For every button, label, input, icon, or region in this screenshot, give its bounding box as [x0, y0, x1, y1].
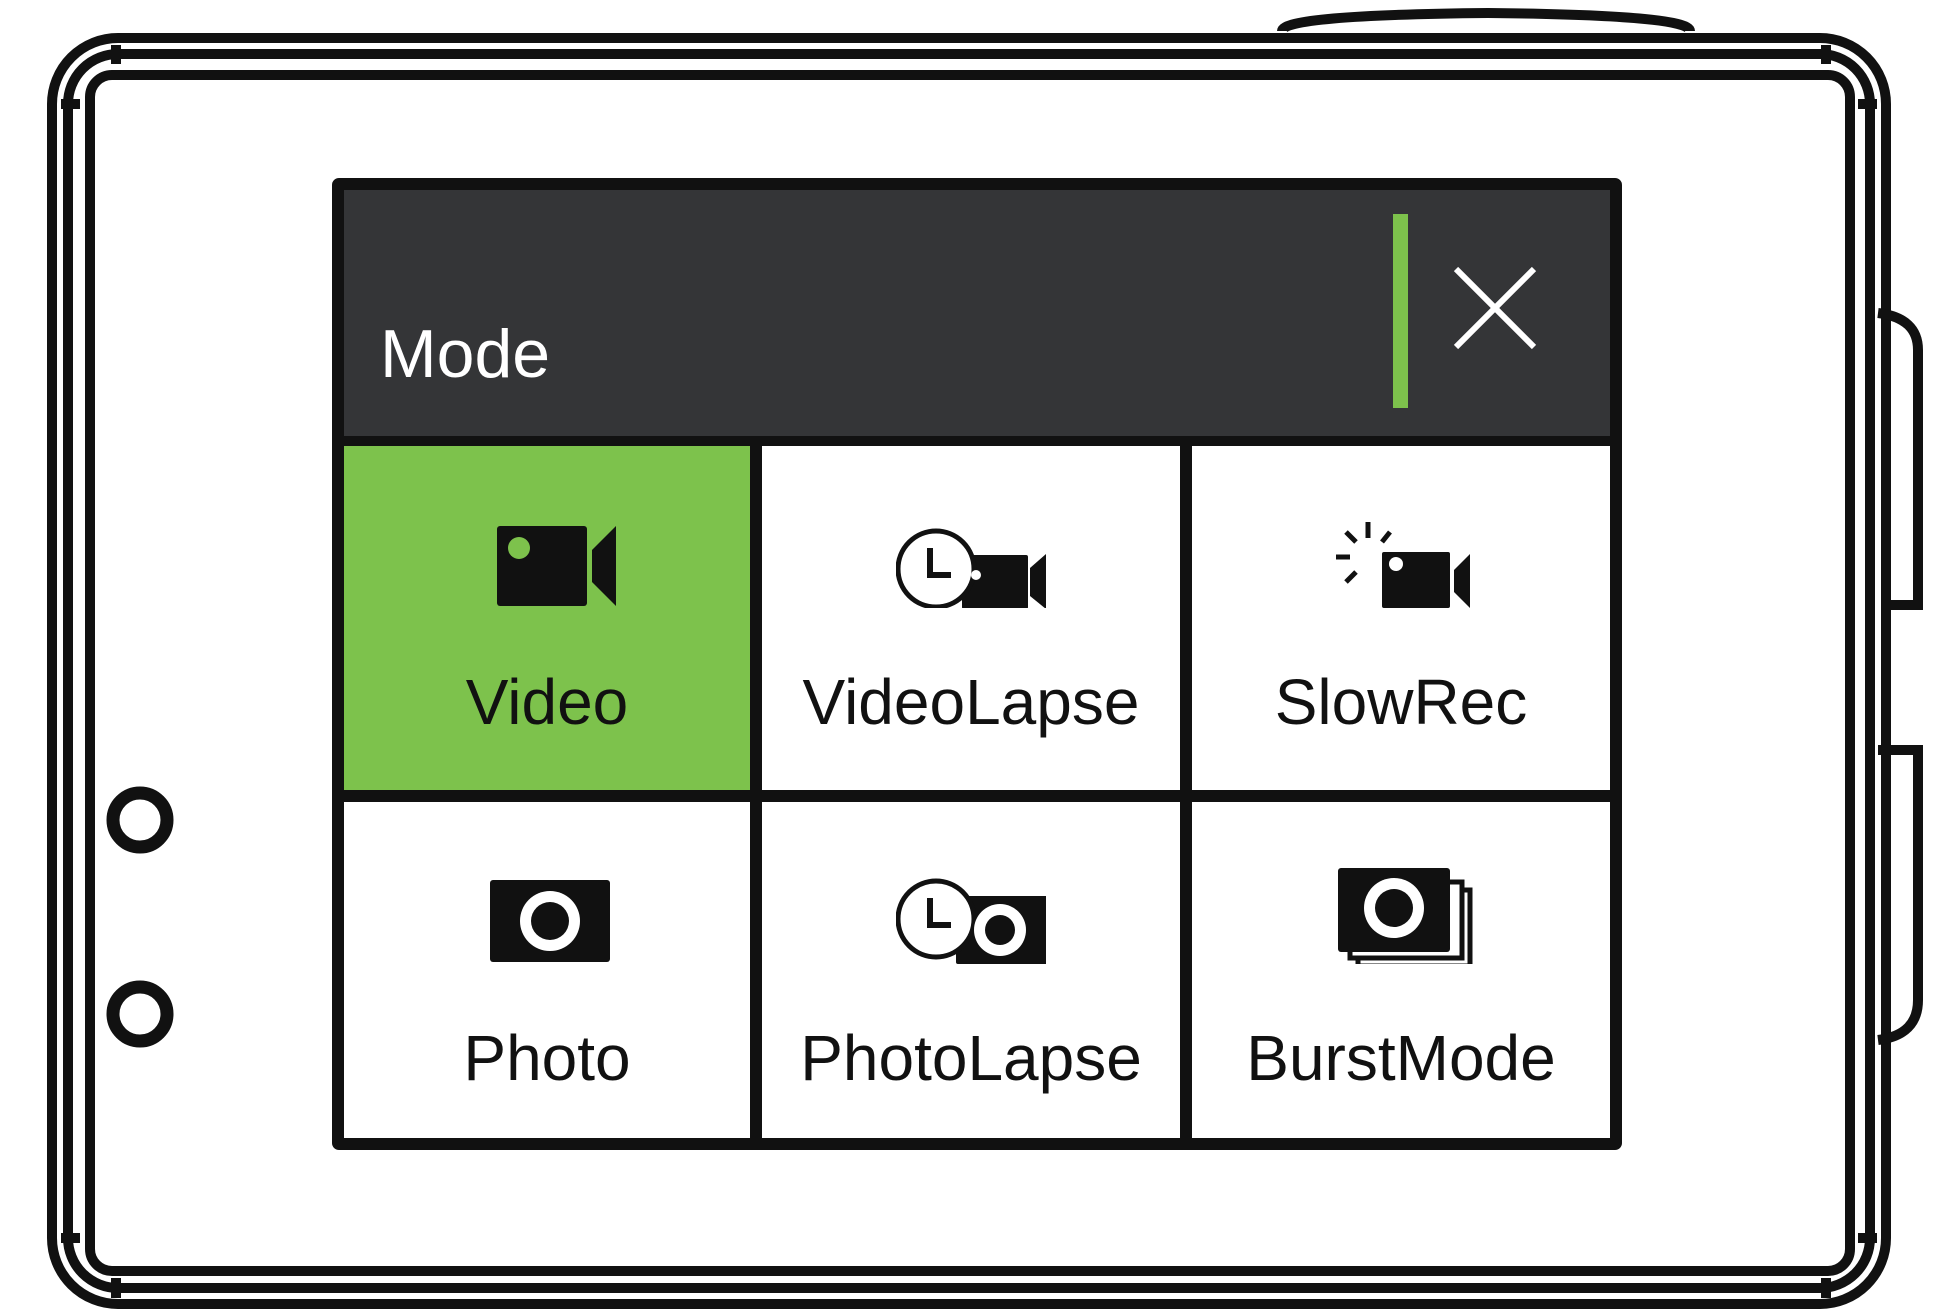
indicator-light-bottom: [106, 980, 174, 1048]
title-bar: Mode: [344, 190, 1610, 436]
mode-tile-video[interactable]: Video: [344, 446, 750, 790]
mode-tile-videolapse[interactable]: VideoLapse: [762, 446, 1180, 790]
mode-label: SlowRec: [1274, 666, 1528, 738]
indicator-light-top: [106, 786, 174, 854]
mode-label: Video: [465, 666, 629, 738]
video-lapse-icon: [896, 528, 1046, 608]
photo-lapse-icon: [896, 878, 1046, 964]
mode-label: BurstMode: [1246, 1022, 1556, 1094]
mode-tile-slowrec[interactable]: SlowRec: [1192, 446, 1610, 790]
mode-grid: Video VideoLapse SlowRec Photo PhotoLaps…: [344, 446, 1610, 1138]
mode-label: VideoLapse: [802, 666, 1140, 738]
mode-tile-photo[interactable]: Photo: [344, 802, 750, 1138]
photo-camera-icon: [490, 880, 610, 962]
burst-mode-icon: [1338, 868, 1473, 964]
close-button[interactable]: [1452, 265, 1538, 351]
close-icon: [1453, 266, 1537, 350]
accent-divider: [1393, 214, 1408, 408]
mode-label: Photo: [463, 1022, 631, 1094]
page-title: Mode: [380, 316, 551, 392]
video-camera-icon: [497, 526, 616, 606]
mode-tile-photolapse[interactable]: PhotoLapse: [762, 802, 1180, 1138]
mode-tile-burstmode[interactable]: BurstMode: [1192, 802, 1610, 1138]
mode-label: PhotoLapse: [800, 1022, 1142, 1094]
mode-menu-screen: Mode Video VideoLapse SlowRec Photo Phot…: [332, 178, 1622, 1150]
slow-rec-icon: [1336, 522, 1470, 608]
